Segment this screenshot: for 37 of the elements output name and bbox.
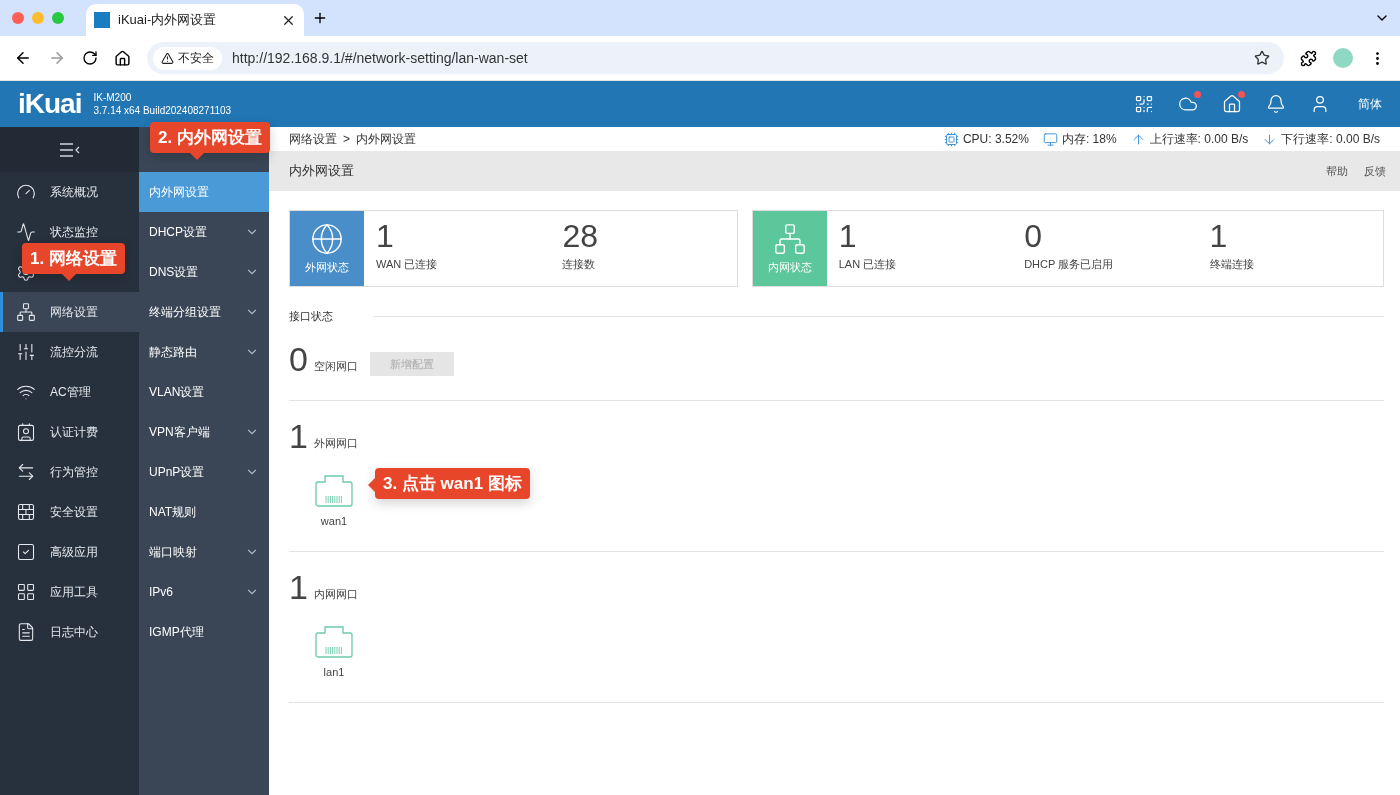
port-name: wan1	[320, 515, 348, 527]
tooltip-text: 1. 网络设置	[30, 249, 117, 268]
tooltip-text: 3. 点击 wan1 图标	[383, 474, 522, 493]
stat-label: DHCP 服务已启用	[1024, 257, 1115, 272]
section-title: 接口状态	[289, 309, 333, 324]
stat-value: 1	[376, 219, 395, 253]
device-model: IK-M200	[93, 91, 133, 104]
port-group-label: 空闲网口	[313, 359, 358, 374]
breadcrumb-item: 内外网设置	[356, 130, 416, 148]
page-title: 内外网设置	[289, 162, 354, 180]
port-name: lan1	[323, 666, 345, 678]
port-count: 1	[289, 570, 308, 604]
stat-label: WAN 已连接	[376, 257, 439, 272]
card-label: 外网状态	[305, 260, 349, 275]
logo: iKuai	[18, 88, 82, 120]
url-text: http://192.168.9.1/#/network-setting/lan-wan-set	[232, 50, 529, 66]
stat-value: 28	[562, 219, 599, 253]
stat-value: 1	[838, 219, 858, 253]
port-count: 1	[289, 419, 308, 453]
status-reading: 上行速率: 0.00 B/s	[1149, 130, 1249, 148]
status-reading: 内存: 18%	[1061, 130, 1117, 148]
card-label: 内网状态	[767, 260, 812, 275]
stat-value: 0	[1024, 219, 1043, 253]
stat-value: 1	[1209, 219, 1229, 253]
stat-label: 连接数	[562, 257, 597, 272]
port-group-label: 外网网口	[313, 436, 358, 451]
tooltip-text: 2. 内外网设置	[158, 128, 262, 147]
stat-label: LAN 已连接	[838, 257, 898, 272]
firmware-version: 3.7.14 x64 Build202408271103	[93, 104, 232, 117]
tab-title: iKuai-内外网设置	[118, 11, 218, 29]
port-count: 0	[289, 342, 308, 376]
stat-label: 终端连接	[1209, 257, 1255, 272]
port-group-label: 内网网口	[313, 587, 358, 602]
status-reading: 下行速率: 0.00 B/s	[1281, 130, 1380, 148]
breadcrumb-separator: >	[343, 132, 350, 146]
status-reading: CPU: 3.52%	[962, 132, 1029, 146]
security-label: 不安全	[178, 49, 214, 67]
